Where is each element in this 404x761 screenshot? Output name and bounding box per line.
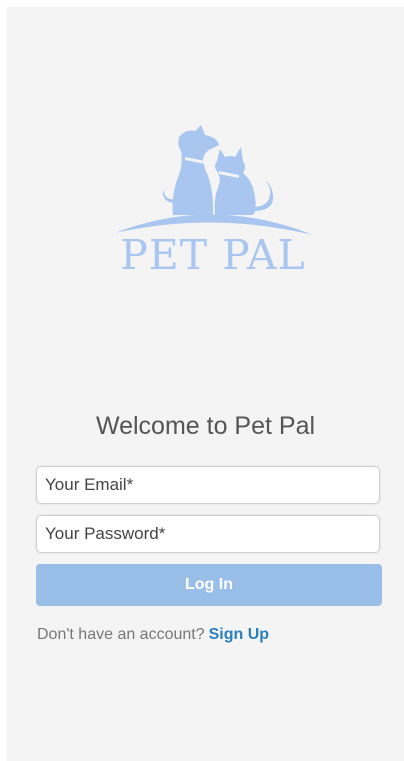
brand-name: PET PAL: [120, 231, 306, 279]
login-button[interactable]: Log In: [36, 564, 382, 606]
email-field[interactable]: [36, 466, 380, 504]
pet-pal-logo: PET PAL: [107, 115, 319, 293]
welcome-title: Welcome to Pet Pal: [95, 412, 316, 440]
signup-prompt: Don't have an account?: [37, 626, 205, 643]
login-screen: PET PAL Welcome to Pet Pal Log In Don't …: [7, 7, 404, 761]
signup-link[interactable]: Sign Up: [209, 626, 269, 643]
signup-prompt-row: Don't have an account? Sign Up: [37, 624, 269, 646]
password-field[interactable]: [36, 515, 380, 553]
